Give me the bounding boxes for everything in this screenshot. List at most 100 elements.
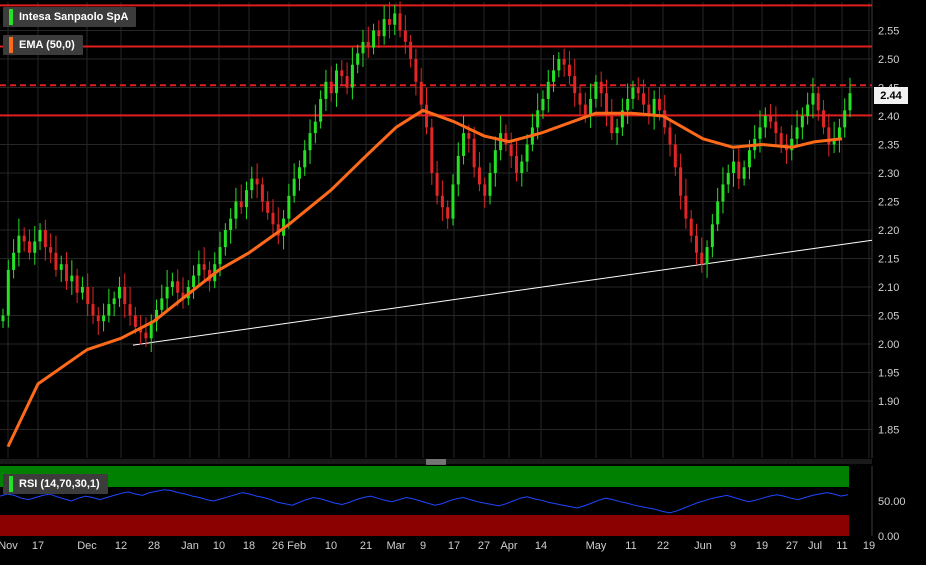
candle-body [504,133,508,145]
y-tick-label: 1.90 [878,396,899,408]
candle-body [737,161,741,179]
candle-body [403,30,407,42]
candle-body [774,121,778,134]
candle-body [514,155,518,173]
candle-body [769,116,773,122]
candle-body [546,81,550,99]
candle-body [467,133,471,139]
candle-body [393,13,397,25]
candle-body [456,155,460,185]
y-tick-label: 2.15 [878,254,899,266]
candle-body [49,247,53,253]
candle-body [319,98,323,122]
candle-body [260,184,264,202]
x-tick-label: 22 [657,540,669,552]
candle-body [202,264,206,270]
candle-body [229,218,233,230]
rsi-y-tick-label: 0.00 [878,531,899,543]
y-tick-label: 2.40 [878,111,899,123]
candle-body [583,104,587,116]
candle-body [440,195,444,208]
legend-ema-swatch [9,37,13,53]
x-tick-label: 9 [420,540,426,552]
x-tick-label: 11 [625,540,636,552]
candle-body [133,315,137,327]
candle-body [17,235,21,253]
candle-body [694,235,698,253]
candle-body [657,98,661,111]
x-tick-label: Dec [77,540,97,552]
candle-body [636,87,640,94]
candle-body [160,298,164,310]
candle-body [742,167,746,179]
candle-body [811,93,815,105]
candle-body [239,201,243,208]
candle-body [6,269,10,316]
candle-body [266,201,270,213]
candle-body [329,81,333,94]
panel-splitter[interactable] [0,459,872,465]
chart-root: 0.00 50.00 1.85 1.90 1.95 2.00 2.05 2.10 2.15 2.… [0,0,926,560]
chart-svg: 0.00 50.00 1.85 1.90 1.95 2.00 2.05 2.10 2.15 2.… [0,0,926,560]
candle-body [123,287,127,305]
x-tick-label: 27 [786,540,798,552]
x-tick-label: 10 [213,540,225,552]
candle-body [91,304,95,316]
candle-body [610,116,614,134]
candle-body [313,121,317,134]
y-tick-label: 2.10 [878,282,899,294]
candle-body [292,178,296,196]
candle-body [86,287,90,305]
candle-body [493,150,497,173]
candle-body [700,252,704,265]
y-tick-label: 1.85 [878,425,899,437]
candle-body [43,230,47,248]
candle-body [594,81,598,99]
candle-body [271,212,275,225]
candle-body [80,287,84,293]
rsi-zone-overbought [0,466,849,487]
candle-body [652,98,656,116]
x-tick-label: Apr [500,540,517,552]
candle-body [499,133,503,151]
candle-body [451,184,455,219]
candle-body [324,81,328,99]
x-tick-label: Jul [808,540,822,552]
candle-body [117,287,121,299]
candle-body [806,104,810,116]
candle-body [38,230,42,242]
candle-body [668,127,672,145]
candle-body [557,59,561,71]
candle-body [679,167,683,196]
x-tick-label: Mar [387,540,406,552]
candle-body [387,19,391,25]
candle-body [218,247,222,265]
rsi-panel: 0.00 50.00 [0,466,906,543]
legend-rsi-label: RSI (14,70,30,1) [19,478,100,490]
y-tick-label: 2.25 [878,197,899,209]
candle-body [144,332,148,339]
candle-body [747,150,751,168]
y-tick-label: 2.00 [878,339,899,351]
last-price-badge: 2.44 [874,87,908,104]
candle-body [425,104,428,128]
y-tick-label: 2.20 [878,225,899,237]
candle-body [250,178,254,191]
x-tick-label: 17 [32,540,44,552]
candle-body [816,93,820,111]
y-tick-label: 2.30 [878,168,899,180]
legend-ema-label: EMA (50,0) [19,39,75,51]
candle-body [303,150,307,168]
candle-body [795,127,799,139]
candle-body [255,178,259,185]
candle-body [27,241,31,253]
y-tick-label: 2.35 [878,140,899,152]
x-tick-label: 19 [756,540,768,552]
x-tick-label: Jan [181,540,199,552]
candle-body [716,201,720,225]
candle-body [848,93,852,111]
candle-body [340,70,344,77]
candle-body [345,76,349,88]
candle-body [626,98,630,111]
candle-body [520,161,524,173]
